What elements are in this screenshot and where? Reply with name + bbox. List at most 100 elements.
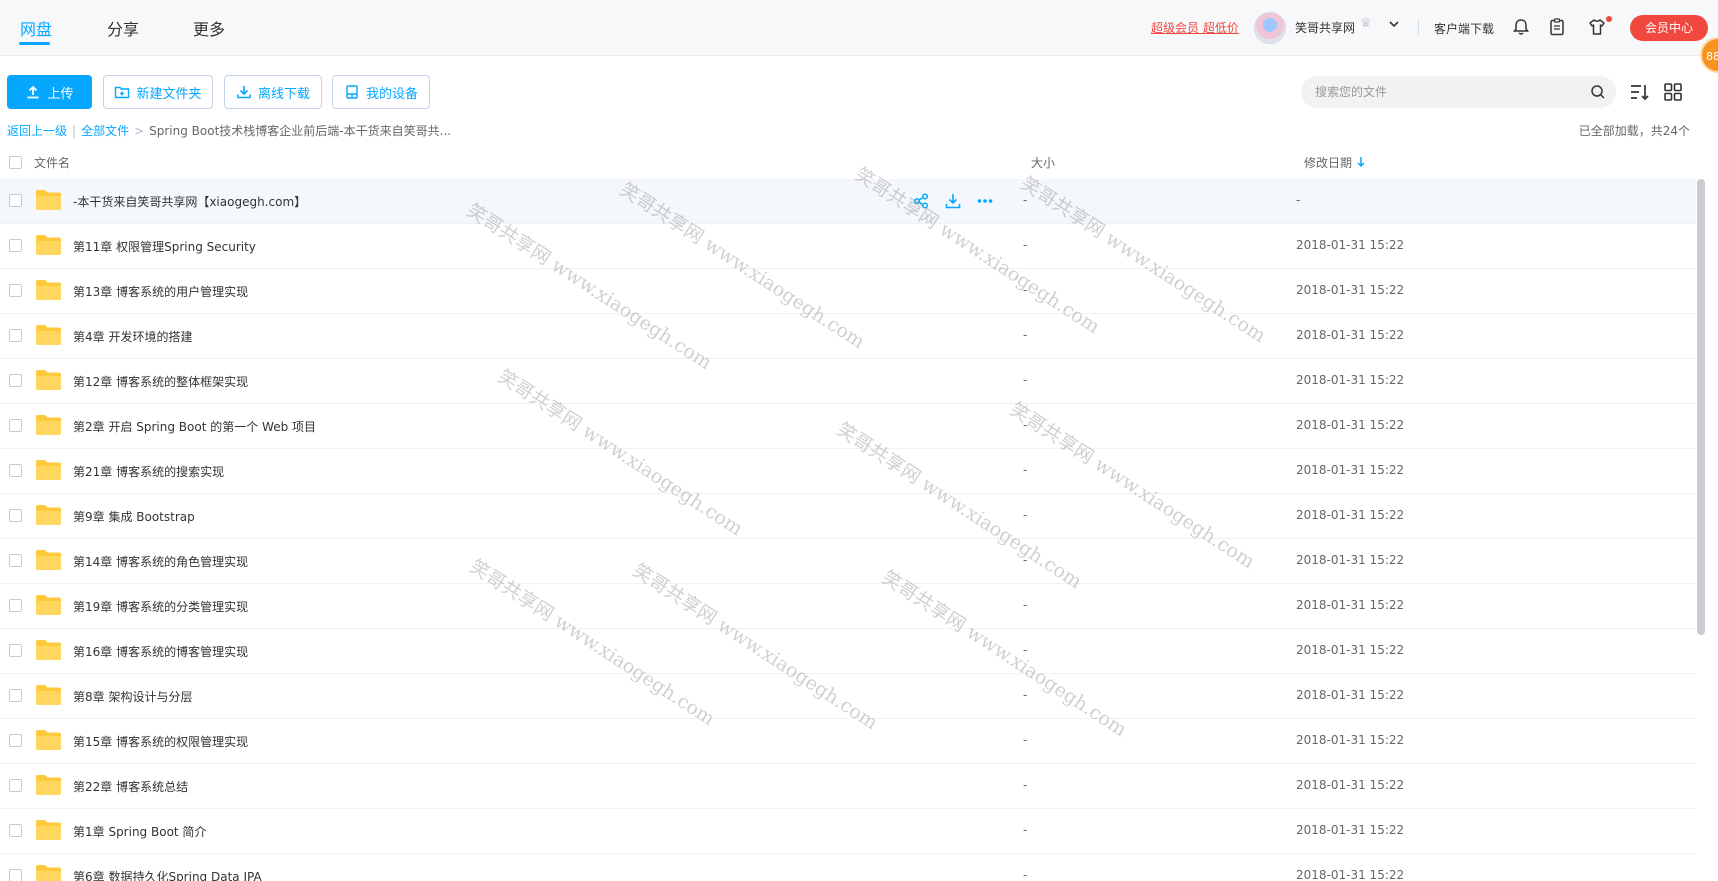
- file-name[interactable]: 第8章 架构设计与分层: [73, 688, 192, 705]
- file-date: -: [1296, 193, 1301, 207]
- table-row[interactable]: 第6章 数据持久化Spring Data JPA - 2018-01-31 15:2…: [0, 854, 1696, 881]
- file-size: -: [1023, 193, 1028, 207]
- file-name[interactable]: 第2章 开启 Spring Boot 的第一个 Web 项目: [73, 418, 316, 435]
- grid-view-icon[interactable]: [1662, 81, 1684, 103]
- back-link[interactable]: 返回上一级: [7, 124, 67, 138]
- file-size: -: [1023, 283, 1028, 297]
- all-files-link[interactable]: 全部文件: [81, 124, 129, 138]
- file-name[interactable]: 第15章 博客系统的权限管理实现: [73, 733, 248, 750]
- table-row[interactable]: 第22章 博客系统总结 - 2018-01-31 15:22: [0, 764, 1696, 809]
- tshirt-icon[interactable]: [1587, 17, 1607, 37]
- row-checkbox[interactable]: [9, 644, 22, 657]
- chevron-down-icon[interactable]: [1387, 17, 1401, 31]
- client-download-link[interactable]: 客户端下载: [1434, 20, 1494, 37]
- row-checkbox[interactable]: [9, 374, 22, 387]
- row-checkbox[interactable]: [9, 284, 22, 297]
- sort-down-arrow-icon[interactable]: [1356, 156, 1366, 168]
- table-row[interactable]: 第4章 开发环境的搭建 - 2018-01-31 15:22: [0, 314, 1696, 359]
- row-checkbox[interactable]: [9, 689, 22, 702]
- new-folder-button[interactable]: 新建文件夹: [103, 75, 213, 109]
- file-date: 2018-01-31 15:22: [1296, 283, 1405, 297]
- table-row[interactable]: 第12章 博客系统的整体框架实现 - 2018-01-31 15:22: [0, 359, 1696, 404]
- file-name[interactable]: 第6章 数据持久化Spring Data JPA: [73, 868, 262, 881]
- table-row[interactable]: -本干货来自笑哥共享网【xiaogegh.com】 - -: [0, 179, 1696, 224]
- more-icon[interactable]: [976, 192, 994, 210]
- row-checkbox[interactable]: [9, 419, 22, 432]
- tab-netdisk[interactable]: 网盘: [20, 16, 52, 40]
- table-row[interactable]: 第14章 博客系统的角色管理实现 - 2018-01-31 15:22: [0, 539, 1696, 584]
- row-checkbox[interactable]: [9, 194, 22, 207]
- folder-icon: [35, 864, 62, 881]
- upload-button[interactable]: 上传: [7, 75, 92, 109]
- scrollbar[interactable]: [1697, 179, 1705, 635]
- file-date: 2018-01-31 15:22: [1296, 688, 1405, 702]
- file-date: 2018-01-31 15:22: [1296, 508, 1405, 522]
- file-name[interactable]: 第19章 博客系统的分类管理实现: [73, 598, 248, 615]
- row-checkbox[interactable]: [9, 869, 22, 881]
- bell-icon[interactable]: [1511, 17, 1531, 37]
- table-row[interactable]: 第11章 权限管理Spring Security - 2018-01-31 15:2…: [0, 224, 1696, 269]
- new-folder-icon: [115, 86, 130, 99]
- search-icon[interactable]: [1590, 84, 1606, 100]
- select-all-checkbox[interactable]: [9, 156, 22, 169]
- column-size[interactable]: 大小: [1031, 154, 1055, 171]
- file-name[interactable]: 第11章 权限管理Spring Security: [73, 238, 256, 255]
- file-name[interactable]: 第1章 Spring Boot 简介: [73, 823, 206, 840]
- file-name[interactable]: 第14章 博客系统的角色管理实现: [73, 553, 248, 570]
- folder-icon: [35, 234, 62, 256]
- row-checkbox[interactable]: [9, 239, 22, 252]
- file-name[interactable]: 第13章 博客系统的用户管理实现: [73, 283, 248, 300]
- folder-icon: [35, 504, 62, 526]
- avatar[interactable]: [1254, 12, 1286, 44]
- file-date: 2018-01-31 15:22: [1296, 373, 1405, 387]
- row-checkbox[interactable]: [9, 779, 22, 792]
- vip-center-button[interactable]: 会员中心: [1630, 15, 1708, 41]
- row-checkbox[interactable]: [9, 509, 22, 522]
- file-size: -: [1023, 238, 1028, 252]
- loaded-status: 已全部加载，共24个: [1578, 124, 1690, 138]
- table-row[interactable]: 第1章 Spring Boot 简介 - 2018-01-31 15:22: [0, 809, 1696, 854]
- top-nav: 网盘 分享 更多 超级会员 超低价 笑哥共享网 ♛ 客户端下载 会员中心: [0, 0, 1718, 56]
- promo-link[interactable]: 超级会员 超低价: [1151, 19, 1239, 36]
- file-name[interactable]: 第22章 博客系统总结: [73, 778, 188, 795]
- column-date[interactable]: 修改日期: [1304, 154, 1352, 171]
- column-name[interactable]: 文件名: [34, 154, 70, 171]
- file-name[interactable]: 第16章 博客系统的博客管理实现: [73, 643, 248, 660]
- table-row[interactable]: 第16章 博客系统的博客管理实现 - 2018-01-31 15:22: [0, 629, 1696, 674]
- table-row[interactable]: 第19章 博客系统的分类管理实现 - 2018-01-31 15:22: [0, 584, 1696, 629]
- table-row[interactable]: 第8章 架构设计与分层 - 2018-01-31 15:22: [0, 674, 1696, 719]
- folder-icon: [35, 414, 62, 436]
- download-icon[interactable]: [944, 192, 962, 210]
- upload-label: 上传: [47, 86, 74, 102]
- notification-dot: [1606, 16, 1612, 22]
- row-checkbox[interactable]: [9, 554, 22, 567]
- clipboard-icon[interactable]: [1547, 17, 1567, 37]
- file-date: 2018-01-31 15:22: [1296, 733, 1405, 747]
- file-name[interactable]: 第4章 开发环境的搭建: [73, 328, 192, 345]
- share-icon[interactable]: [912, 192, 930, 210]
- file-name[interactable]: 第21章 博客系统的搜索实现: [73, 463, 224, 480]
- file-date: 2018-01-31 15:22: [1296, 778, 1405, 792]
- tab-share[interactable]: 分享: [107, 16, 139, 40]
- file-name[interactable]: 第9章 集成 Bootstrap: [73, 508, 195, 525]
- table-row[interactable]: 第21章 博客系统的搜索实现 - 2018-01-31 15:22: [0, 449, 1696, 494]
- username[interactable]: 笑哥共享网: [1295, 19, 1355, 36]
- my-devices-label: 我的设备: [365, 86, 418, 102]
- tab-more[interactable]: 更多: [193, 16, 225, 40]
- upload-icon: [27, 85, 39, 99]
- row-checkbox[interactable]: [9, 824, 22, 837]
- table-row[interactable]: 第15章 博客系统的权限管理实现 - 2018-01-31 15:22: [0, 719, 1696, 764]
- table-row[interactable]: 第2章 开启 Spring Boot 的第一个 Web 项目 - 2018-01-3…: [0, 404, 1696, 449]
- my-devices-button[interactable]: 我的设备: [332, 75, 430, 109]
- file-name[interactable]: -本干货来自笑哥共享网【xiaogegh.com】: [73, 193, 306, 210]
- table-row[interactable]: 第13章 博客系统的用户管理实现 - 2018-01-31 15:22: [0, 269, 1696, 314]
- row-checkbox[interactable]: [9, 329, 22, 342]
- table-row[interactable]: 第9章 集成 Bootstrap - 2018-01-31 15:22: [0, 494, 1696, 539]
- row-checkbox[interactable]: [9, 734, 22, 747]
- search-input[interactable]: [1315, 76, 1575, 108]
- row-checkbox[interactable]: [9, 464, 22, 477]
- row-checkbox[interactable]: [9, 599, 22, 612]
- offline-download-button[interactable]: 离线下载: [224, 75, 322, 109]
- sort-icon[interactable]: [1628, 81, 1650, 103]
- file-name[interactable]: 第12章 博客系统的整体框架实现: [73, 373, 248, 390]
